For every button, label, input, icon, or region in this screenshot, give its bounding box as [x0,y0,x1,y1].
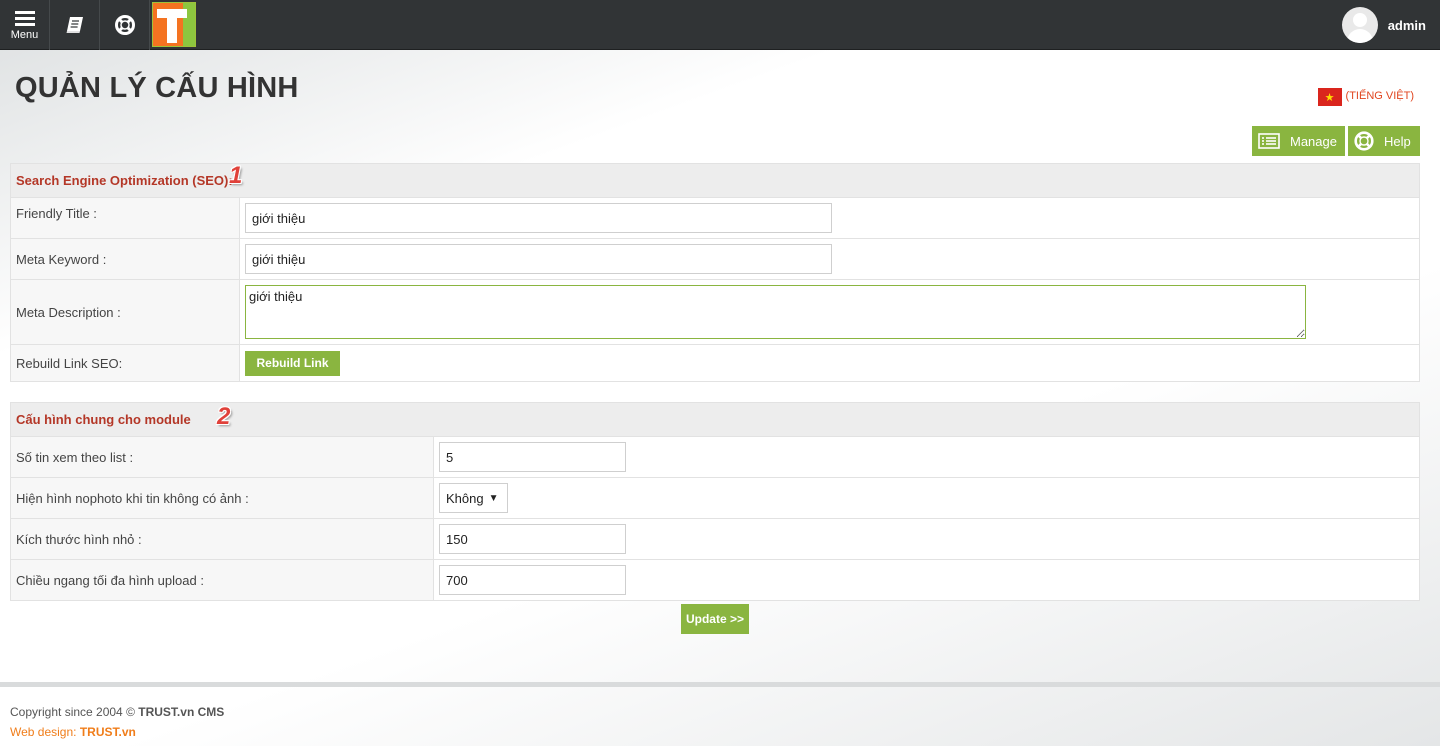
friendly-title-input[interactable] [245,203,832,233]
update-button[interactable]: Update >> [681,604,749,634]
module-heading: Cấu hình chung cho module 2 [11,403,1419,437]
seo-panel: Search Engine Optimization (SEO): 1 Frie… [10,162,1420,382]
thumb-size-label: Kích thước hình nhỏ : [11,519,434,559]
step-marker-1: 1 [229,162,243,189]
meta-keyword-input[interactable] [245,244,832,274]
menu-button[interactable]: Menu [0,0,50,50]
items-per-list-label: Số tin xem theo list : [11,437,434,477]
lifebuoy-icon [1354,131,1374,151]
language-switch[interactable]: ★ (TIẾNG VIỆT) [1317,86,1414,106]
friendly-title-label: Friendly Title : [11,198,240,238]
rebuild-link-row: Rebuild Link SEO: Rebuild Link [11,345,1419,381]
meta-keyword-row: Meta Keyword : [11,239,1419,280]
thumb-size-row: Kích thước hình nhỏ : [11,519,1419,560]
meta-description-row: Meta Description : giới thiệu [11,280,1419,345]
items-per-list-row: Số tin xem theo list : [11,437,1419,478]
web-design-credit: Web design: TRUST.vn [10,725,136,739]
user-menu[interactable]: admin [1341,7,1426,43]
lifebuoy-icon [114,15,135,35]
menu-label: Menu [10,28,39,41]
thumb-size-input[interactable] [439,524,626,554]
nophoto-row: Hiện hình nophoto khi tin không có ảnh :… [11,478,1419,519]
vietnam-flag-icon: ★ [1317,88,1342,106]
rebuild-link-button[interactable]: Rebuild Link [245,350,340,376]
seo-heading-text: Search Engine Optimization (SEO): [16,173,233,188]
meta-description-label: Meta Description : [11,280,240,344]
friendly-title-row: Friendly Title : [11,198,1419,239]
meta-keyword-label: Meta Keyword : [11,239,240,279]
copyright: Copyright since 2004 © TRUST.vn CMS [10,705,224,719]
items-per-list-input[interactable] [439,442,626,472]
manage-button[interactable]: Manage [1252,126,1345,156]
language-label: (TIẾNG VIỆT) [1345,90,1414,102]
max-width-input[interactable] [439,565,626,595]
copyright-brand[interactable]: TRUST.vn CMS [138,705,224,719]
help-label: Help [1384,133,1411,149]
max-width-label: Chiều ngang tối đa hình upload : [11,560,434,600]
user-name: admin [1387,17,1426,33]
module-heading-text: Cấu hình chung cho module [16,412,191,427]
copyright-prefix: Copyright since 2004 © [10,705,135,719]
max-width-row: Chiều ngang tối đa hình upload : [11,560,1419,600]
seo-heading: Search Engine Optimization (SEO): 1 [11,162,1419,198]
footer-divider [0,682,1440,687]
design-brand-link[interactable]: TRUST.vn [80,725,136,739]
avatar [1341,7,1378,43]
trust-logo[interactable] [152,2,196,47]
page-actions: Manage Help [1252,126,1420,156]
list-icon [1258,132,1280,150]
documentation-button[interactable] [50,0,100,50]
step-marker-2: 2 [217,403,231,430]
nophoto-selected-value: Không [446,490,484,506]
design-prefix: Web design: [10,725,77,739]
manage-label: Manage [1290,133,1337,149]
top-bar: Menu admin [0,0,1440,50]
support-button[interactable] [100,0,150,50]
module-config-panel: Cấu hình chung cho module 2 Số tin xem t… [10,402,1420,601]
book-icon [66,17,83,33]
help-button[interactable]: Help [1348,126,1420,156]
nophoto-label: Hiện hình nophoto khi tin không có ảnh : [11,478,434,518]
meta-description-textarea[interactable]: giới thiệu [245,285,1306,339]
caret-down-icon: ▼ [488,492,499,504]
rebuild-link-label: Rebuild Link SEO: [11,345,240,381]
page-title: QUẢN LÝ CẤU HÌNH [15,72,299,104]
hamburger-icon [14,10,35,26]
nophoto-select[interactable]: Không ▼ [439,483,508,513]
